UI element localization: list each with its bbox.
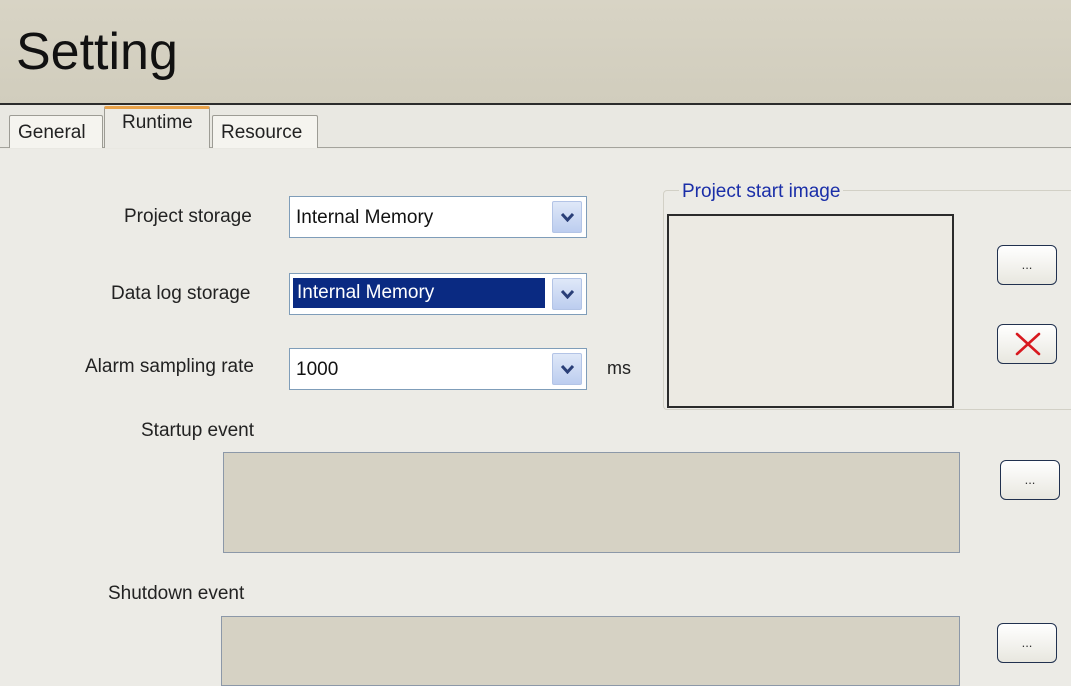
alarm-sampling-rate-select[interactable]: 1000 <box>289 348 587 390</box>
alarm-sampling-rate-value: 1000 <box>296 359 339 380</box>
chevron-down-icon[interactable] <box>552 278 582 310</box>
chevron-down-icon[interactable] <box>552 353 582 385</box>
red-x-icon <box>1015 332 1041 356</box>
chevron-down-icon[interactable] <box>552 201 582 233</box>
tab-resource-label: Resource <box>221 122 303 143</box>
browse-shutdown-event-label: ... <box>1021 635 1033 650</box>
tab-runtime[interactable]: Runtime <box>104 106 210 148</box>
data-log-storage-select[interactable]: Internal Memory <box>289 273 587 315</box>
startup-event-label: Startup event <box>141 420 255 441</box>
browse-start-image-label: ... <box>1021 257 1033 272</box>
data-log-storage-value: Internal Memory <box>293 278 545 308</box>
project-start-image-legend: Project start image <box>679 181 844 203</box>
tab-runtime-label: Runtime <box>122 112 193 133</box>
project-storage-select[interactable]: Internal Memory <box>289 196 587 238</box>
tab-general-label: General <box>18 122 86 143</box>
browse-startup-event-label: ... <box>1024 472 1036 487</box>
browse-shutdown-event-button[interactable]: ... <box>997 623 1057 663</box>
shutdown-event-field[interactable] <box>221 616 960 686</box>
project-storage-value: Internal Memory <box>296 207 434 228</box>
startup-event-field[interactable] <box>223 452 960 553</box>
alarm-sampling-rate-label: Alarm sampling rate <box>85 356 254 377</box>
page-title: Setting <box>16 23 178 81</box>
delete-start-image-button[interactable] <box>997 324 1057 364</box>
title-bar: Setting <box>0 0 1071 105</box>
tab-general[interactable]: General <box>9 115 103 148</box>
alarm-sampling-rate-unit: ms <box>607 358 631 378</box>
data-log-storage-label: Data log storage <box>111 283 251 304</box>
browse-startup-event-button[interactable]: ... <box>1000 460 1060 500</box>
tab-resource[interactable]: Resource <box>212 115 318 148</box>
browse-start-image-button[interactable]: ... <box>997 245 1057 285</box>
shutdown-event-label: Shutdown event <box>108 583 245 604</box>
project-start-image-preview <box>667 214 954 408</box>
project-storage-label: Project storage <box>124 206 252 227</box>
